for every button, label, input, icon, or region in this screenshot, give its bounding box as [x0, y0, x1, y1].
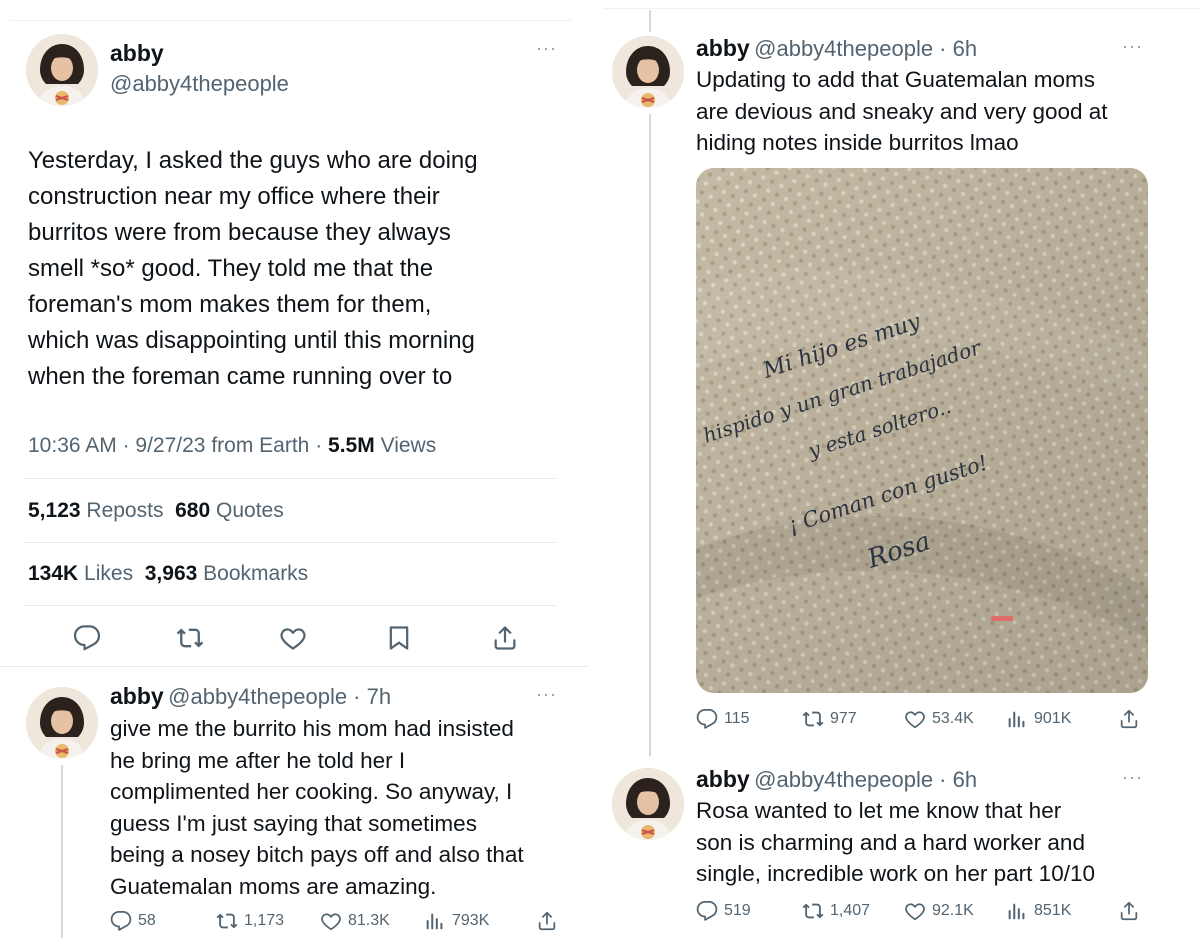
reposts-label[interactable]: Reposts: [86, 499, 163, 522]
views-count[interactable]: 901K: [1006, 708, 1071, 730]
thread-line: [649, 10, 651, 32]
tweet-age[interactable]: 6h: [953, 767, 977, 792]
repost-count[interactable]: 977: [802, 708, 857, 730]
quotes-label[interactable]: Quotes: [216, 499, 284, 522]
top-divider: [10, 20, 572, 21]
quotes-count[interactable]: 680: [175, 499, 210, 522]
author-name[interactable]: abby: [696, 766, 750, 792]
author-name[interactable]: abby: [110, 40, 164, 67]
likes-label[interactable]: Likes: [84, 562, 133, 585]
views-count: 5.5M: [328, 434, 375, 457]
repost-quote-stats: 5,123 Reposts 680 Quotes: [28, 499, 284, 523]
divider: [24, 542, 556, 543]
more-icon[interactable]: ···: [1122, 767, 1143, 788]
more-icon[interactable]: ···: [536, 38, 557, 59]
tweet-age[interactable]: 7h: [367, 684, 391, 709]
reply-header: abby @abby4thepeople · 6h: [696, 766, 978, 792]
like-bookmark-stats: 134K Likes 3,963 Bookmarks: [28, 562, 308, 586]
tweet-time[interactable]: 10:36 AM: [28, 434, 117, 457]
avatar[interactable]: [26, 34, 98, 106]
thread-line: [649, 114, 651, 756]
gutter: [588, 0, 604, 938]
views-count[interactable]: 851K: [1006, 900, 1071, 922]
left-panel: abby @abby4thepeople ··· Yesterday, I as…: [0, 0, 588, 938]
author-name[interactable]: abby: [696, 35, 750, 61]
tweet-date[interactable]: 9/27/23: [135, 434, 205, 457]
like-icon[interactable]: [279, 624, 307, 652]
author-name[interactable]: abby: [110, 683, 164, 709]
divider: [24, 605, 556, 606]
repost-count[interactable]: 1,173: [216, 910, 284, 932]
author-handle[interactable]: @abby4thepeople: [168, 684, 347, 709]
tweet-source: from Earth: [211, 434, 310, 457]
reply-count[interactable]: 519: [696, 900, 751, 922]
avatar[interactable]: [26, 687, 98, 759]
avatar[interactable]: [612, 768, 684, 840]
note-photo[interactable]: Mi hijo es muy hispido y un gran trabaja…: [696, 168, 1148, 693]
repost-icon[interactable]: [176, 624, 204, 652]
bookmarks-count[interactable]: 3,963: [145, 562, 198, 585]
divider: [24, 478, 556, 479]
avatar[interactable]: [612, 36, 684, 108]
tweet-text: Yesterday, I asked the guys who are doin…: [28, 147, 478, 390]
reply-text: give me the burrito his mom had insisted…: [110, 716, 524, 899]
share-icon[interactable]: [1118, 900, 1140, 922]
divider: [0, 666, 588, 667]
author-handle[interactable]: @abby4thepeople: [110, 71, 289, 97]
reply-icon[interactable]: [73, 624, 101, 652]
top-divider: [604, 8, 1200, 9]
views-count[interactable]: 793K: [424, 910, 489, 932]
reply-header: abby @abby4thepeople · 6h: [696, 35, 978, 61]
right-panel: abby @abby4thepeople · 6h ··· Updating t…: [604, 0, 1200, 938]
more-icon[interactable]: ···: [1122, 36, 1143, 57]
bookmark-icon[interactable]: [385, 624, 413, 652]
reply-text: Rosa wanted to let me know that her son …: [696, 798, 1095, 886]
reply-header: abby @abby4thepeople · 7h: [110, 683, 392, 709]
likes-count[interactable]: 134K: [28, 562, 78, 585]
like-count[interactable]: 81.3K: [320, 910, 390, 932]
reply-count[interactable]: 115: [696, 708, 750, 730]
reposts-count[interactable]: 5,123: [28, 499, 81, 522]
like-count[interactable]: 92.1K: [904, 900, 974, 922]
bookmarks-label[interactable]: Bookmarks: [203, 562, 308, 585]
like-count[interactable]: 53.4K: [904, 708, 974, 730]
more-icon[interactable]: ···: [536, 684, 557, 705]
share-icon[interactable]: [1118, 708, 1140, 730]
tweet-age[interactable]: 6h: [953, 36, 977, 61]
reply-text: Updating to add that Guatemalan moms are…: [696, 67, 1108, 155]
repost-count[interactable]: 1,407: [802, 900, 870, 922]
views-label: Views: [380, 434, 437, 457]
share-icon[interactable]: [491, 624, 519, 652]
share-icon[interactable]: [536, 910, 558, 932]
author-handle[interactable]: @abby4thepeople: [754, 767, 933, 792]
author-handle[interactable]: @abby4thepeople: [754, 36, 933, 61]
reply-count[interactable]: 58: [110, 910, 156, 932]
thread-line: [61, 765, 63, 938]
tweet-meta: 10:36 AM · 9/27/23 from Earth · 5.5M Vie…: [28, 434, 437, 457]
